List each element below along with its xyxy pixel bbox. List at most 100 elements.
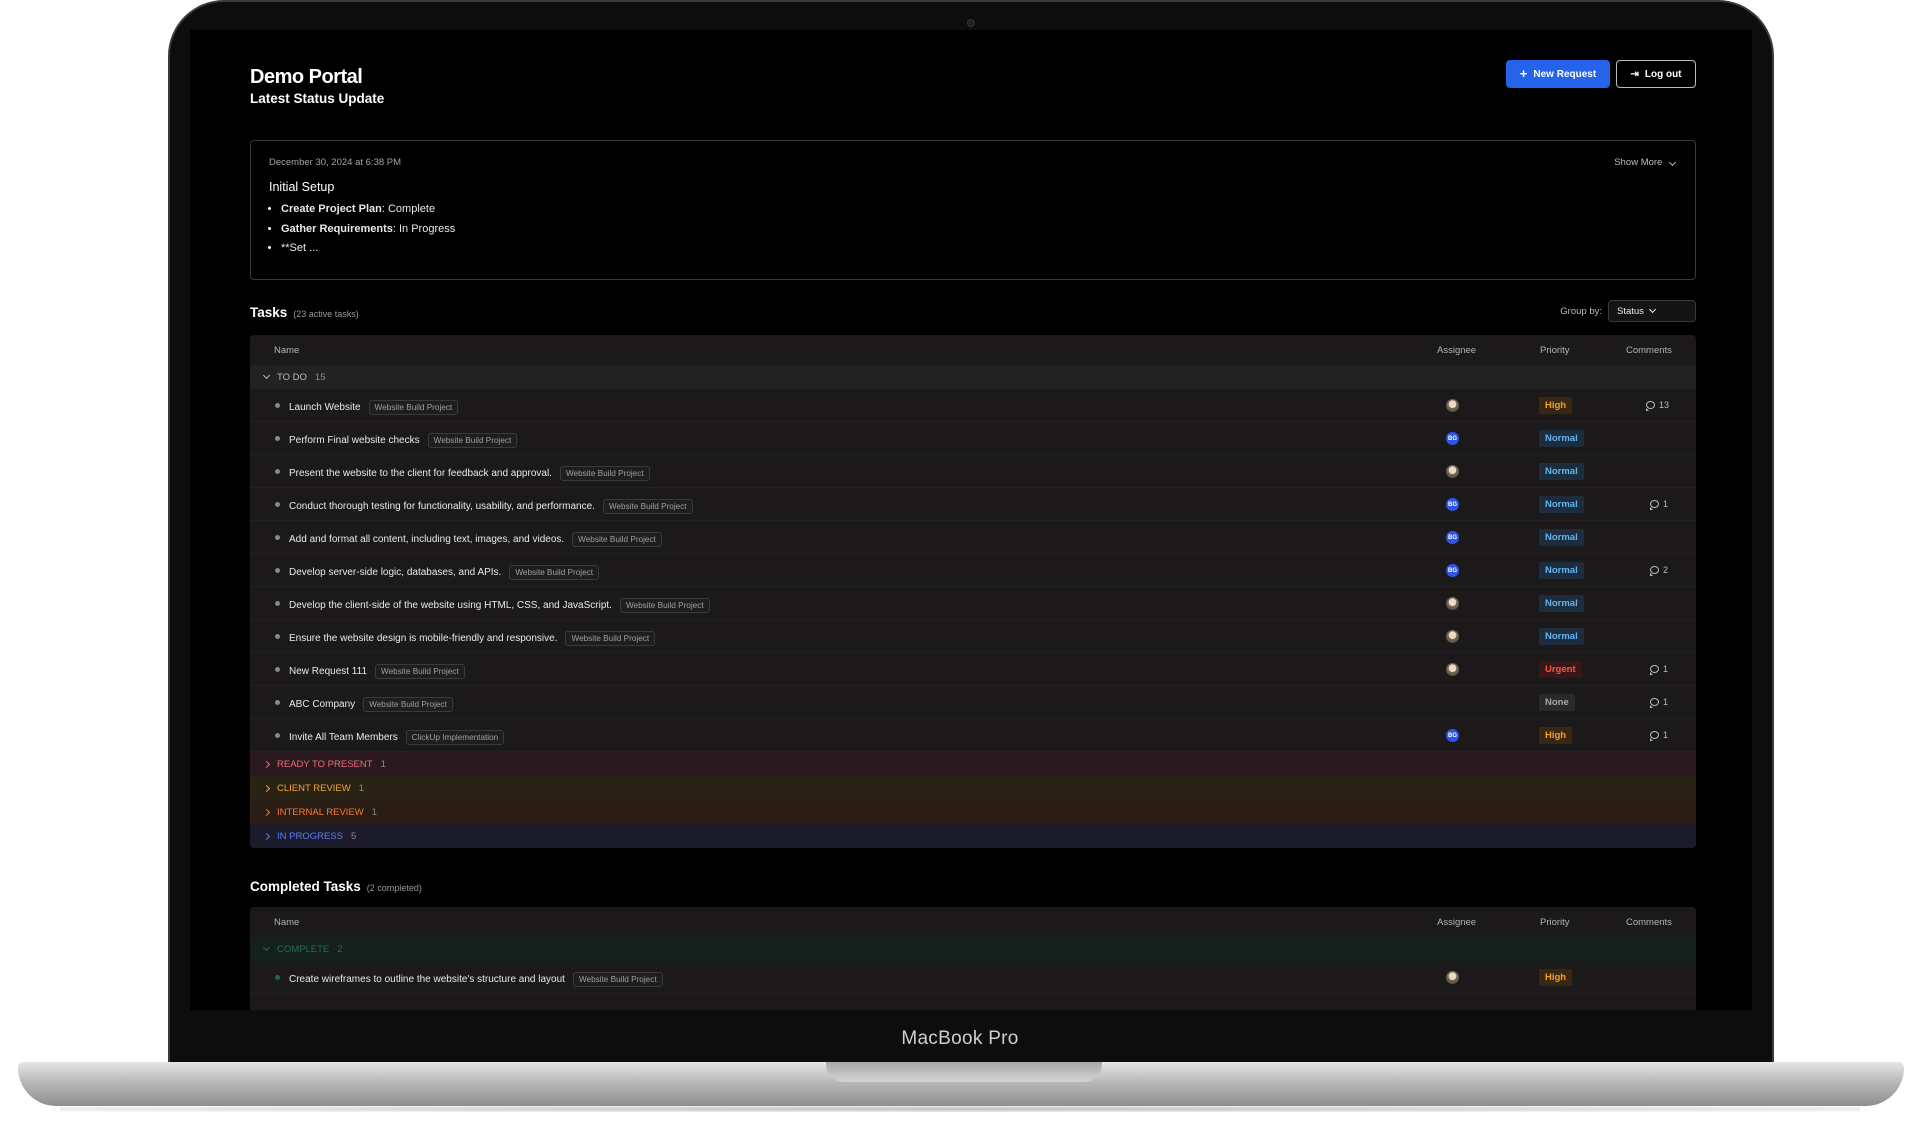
chevron-down-icon [262,943,271,952]
logout-button[interactable]: ⇥ Log out [1616,60,1696,88]
priority-badge[interactable]: Normal [1539,529,1584,546]
priority-badge[interactable]: Normal [1539,628,1584,645]
avatar[interactable]: BG [1446,564,1459,577]
status-item: **Set ... [281,239,1677,259]
priority-badge[interactable]: High [1539,969,1573,986]
group-label: COMPLETE [277,943,330,955]
task-name[interactable]: Present the website to the client for fe… [289,466,650,481]
task-name[interactable]: Add and format all content, including te… [289,532,662,547]
column-name[interactable]: Name [274,917,299,928]
status-item-value: : Complete [381,203,436,215]
priority-badge[interactable]: High [1539,397,1573,414]
comments-count[interactable]: 1 [1650,730,1668,741]
avatar[interactable] [1446,663,1459,676]
status-dot-icon [275,700,280,705]
chevron-right-icon [262,784,271,792]
comments-count[interactable]: 2 [1650,565,1668,576]
group-count: 15 [314,371,326,383]
avatar[interactable] [1446,971,1459,984]
priority-badge[interactable]: Urgent [1539,661,1582,678]
task-name[interactable]: Launch Website Website Build Project [289,400,459,415]
avatar[interactable] [1446,465,1459,478]
task-name[interactable]: Ensure the website design is mobile-frie… [289,631,656,646]
priority-badge[interactable]: None [1539,694,1575,711]
task-row[interactable]: Perform Final website checks Website Buil… [250,422,1696,455]
column-name[interactable]: Name [274,345,299,356]
status-dot-icon [275,436,280,441]
project-tag: Website Build Project [619,598,710,613]
device-label: MacBook Pro [901,1028,1019,1049]
task-name[interactable]: Develop server-side logic, databases, an… [289,565,600,580]
chevron-right-icon [262,760,271,768]
task-row[interactable]: Develop the client-side of the website u… [250,587,1696,620]
task-row[interactable]: Ensure the website design is mobile-frie… [250,620,1696,653]
task-name[interactable]: Develop the client-side of the website u… [289,598,710,613]
task-name[interactable]: Create wireframes to outline the website… [289,972,663,987]
project-tag: Website Build Project [602,499,693,514]
project-tag: Website Build Project [565,631,656,646]
priority-badge[interactable]: Normal [1539,463,1584,480]
comments-count[interactable]: 1 [1650,664,1668,675]
avatar[interactable]: BG [1446,498,1459,511]
avatar[interactable]: BG [1446,531,1459,544]
task-name[interactable]: Invite All Team Members ClickUp Implement… [289,730,505,745]
task-name[interactable]: Conduct thorough testing for functionali… [289,499,693,514]
new-request-button[interactable]: + New Request [1506,60,1610,88]
plus-icon: + [1519,66,1528,81]
column-comments[interactable]: Comments [1626,917,1672,928]
comment-icon [1650,698,1659,708]
group-in-progress[interactable]: IN PROGRESS 5 [250,824,1696,848]
avatar[interactable] [1446,597,1459,610]
column-priority[interactable]: Priority [1540,917,1570,928]
task-name[interactable]: ABC Company Website Build Project [289,697,453,712]
task-title: Invite All Team Members [289,732,398,743]
task-row[interactable]: ABC Company Website Build Project None 1 [250,686,1696,719]
priority-badge[interactable]: Normal [1539,430,1584,447]
task-row[interactable]: Conduct thorough testing for functionali… [250,488,1696,521]
comments-count[interactable]: 1 [1650,697,1668,708]
task-row[interactable]: Develop server-side logic, databases, an… [250,554,1696,587]
project-tag: Website Build Project [572,972,663,987]
status-update-heading: Latest Status Update [250,91,385,106]
priority-badge[interactable]: Normal [1539,496,1584,513]
completed-title: Completed Tasks [250,879,361,894]
task-row[interactable]: Create wireframes to outline the website… [250,961,1696,994]
column-comments[interactable]: Comments [1626,345,1672,356]
task-name[interactable]: Perform Final website checks Website Buil… [289,433,518,448]
avatar[interactable] [1446,630,1459,643]
laptop-shadow [60,1106,1860,1112]
group-internal-review[interactable]: INTERNAL REVIEW 1 [250,800,1696,824]
task-row[interactable]: Launch Website Website Build Project High 1… [250,389,1696,422]
status-dot-icon [275,975,280,980]
group-by-label: Group by: [1560,305,1602,317]
avatar[interactable] [1446,399,1459,412]
task-row[interactable]: Add and format all content, including te… [250,521,1696,554]
task-name[interactable]: New Request 111 Website Build Project [289,664,465,679]
avatar[interactable]: BG [1446,729,1459,742]
column-priority[interactable]: Priority [1540,345,1570,356]
group-client-review[interactable]: CLIENT REVIEW 1 [250,776,1696,800]
priority-badge[interactable]: Normal [1539,595,1584,612]
group-by-select[interactable]: Status [1608,300,1696,322]
column-assignee[interactable]: Assignee [1437,345,1476,356]
camera-icon [967,19,975,27]
brand-logo: Demo Portal [250,66,363,88]
group-complete[interactable]: COMPLETE 2 [250,937,1696,961]
group-todo[interactable]: TO DO 15 [250,365,1696,389]
column-assignee[interactable]: Assignee [1437,917,1476,928]
avatar[interactable]: BG [1446,432,1459,445]
show-more-button[interactable]: Show More [1614,157,1677,168]
logout-icon: ⇥ [1630,68,1639,80]
comments-count[interactable]: 13 [1646,400,1669,411]
group-count: 5 [351,830,357,842]
priority-badge[interactable]: High [1539,727,1573,744]
group-count: 1 [380,758,386,770]
task-row[interactable]: Present the website to the client for fe… [250,455,1696,488]
task-row[interactable]: New Request 111 Website Build Project Urge… [250,653,1696,686]
task-row[interactable]: Invite All Team Members ClickUp Implement… [250,719,1696,752]
comments-count[interactable]: 1 [1650,499,1668,510]
group-ready-to-present[interactable]: READY TO PRESENT 1 [250,752,1696,776]
task-title: Create wireframes to outline the website… [289,974,565,985]
priority-badge[interactable]: Normal [1539,562,1584,579]
chevron-right-icon [262,808,271,816]
